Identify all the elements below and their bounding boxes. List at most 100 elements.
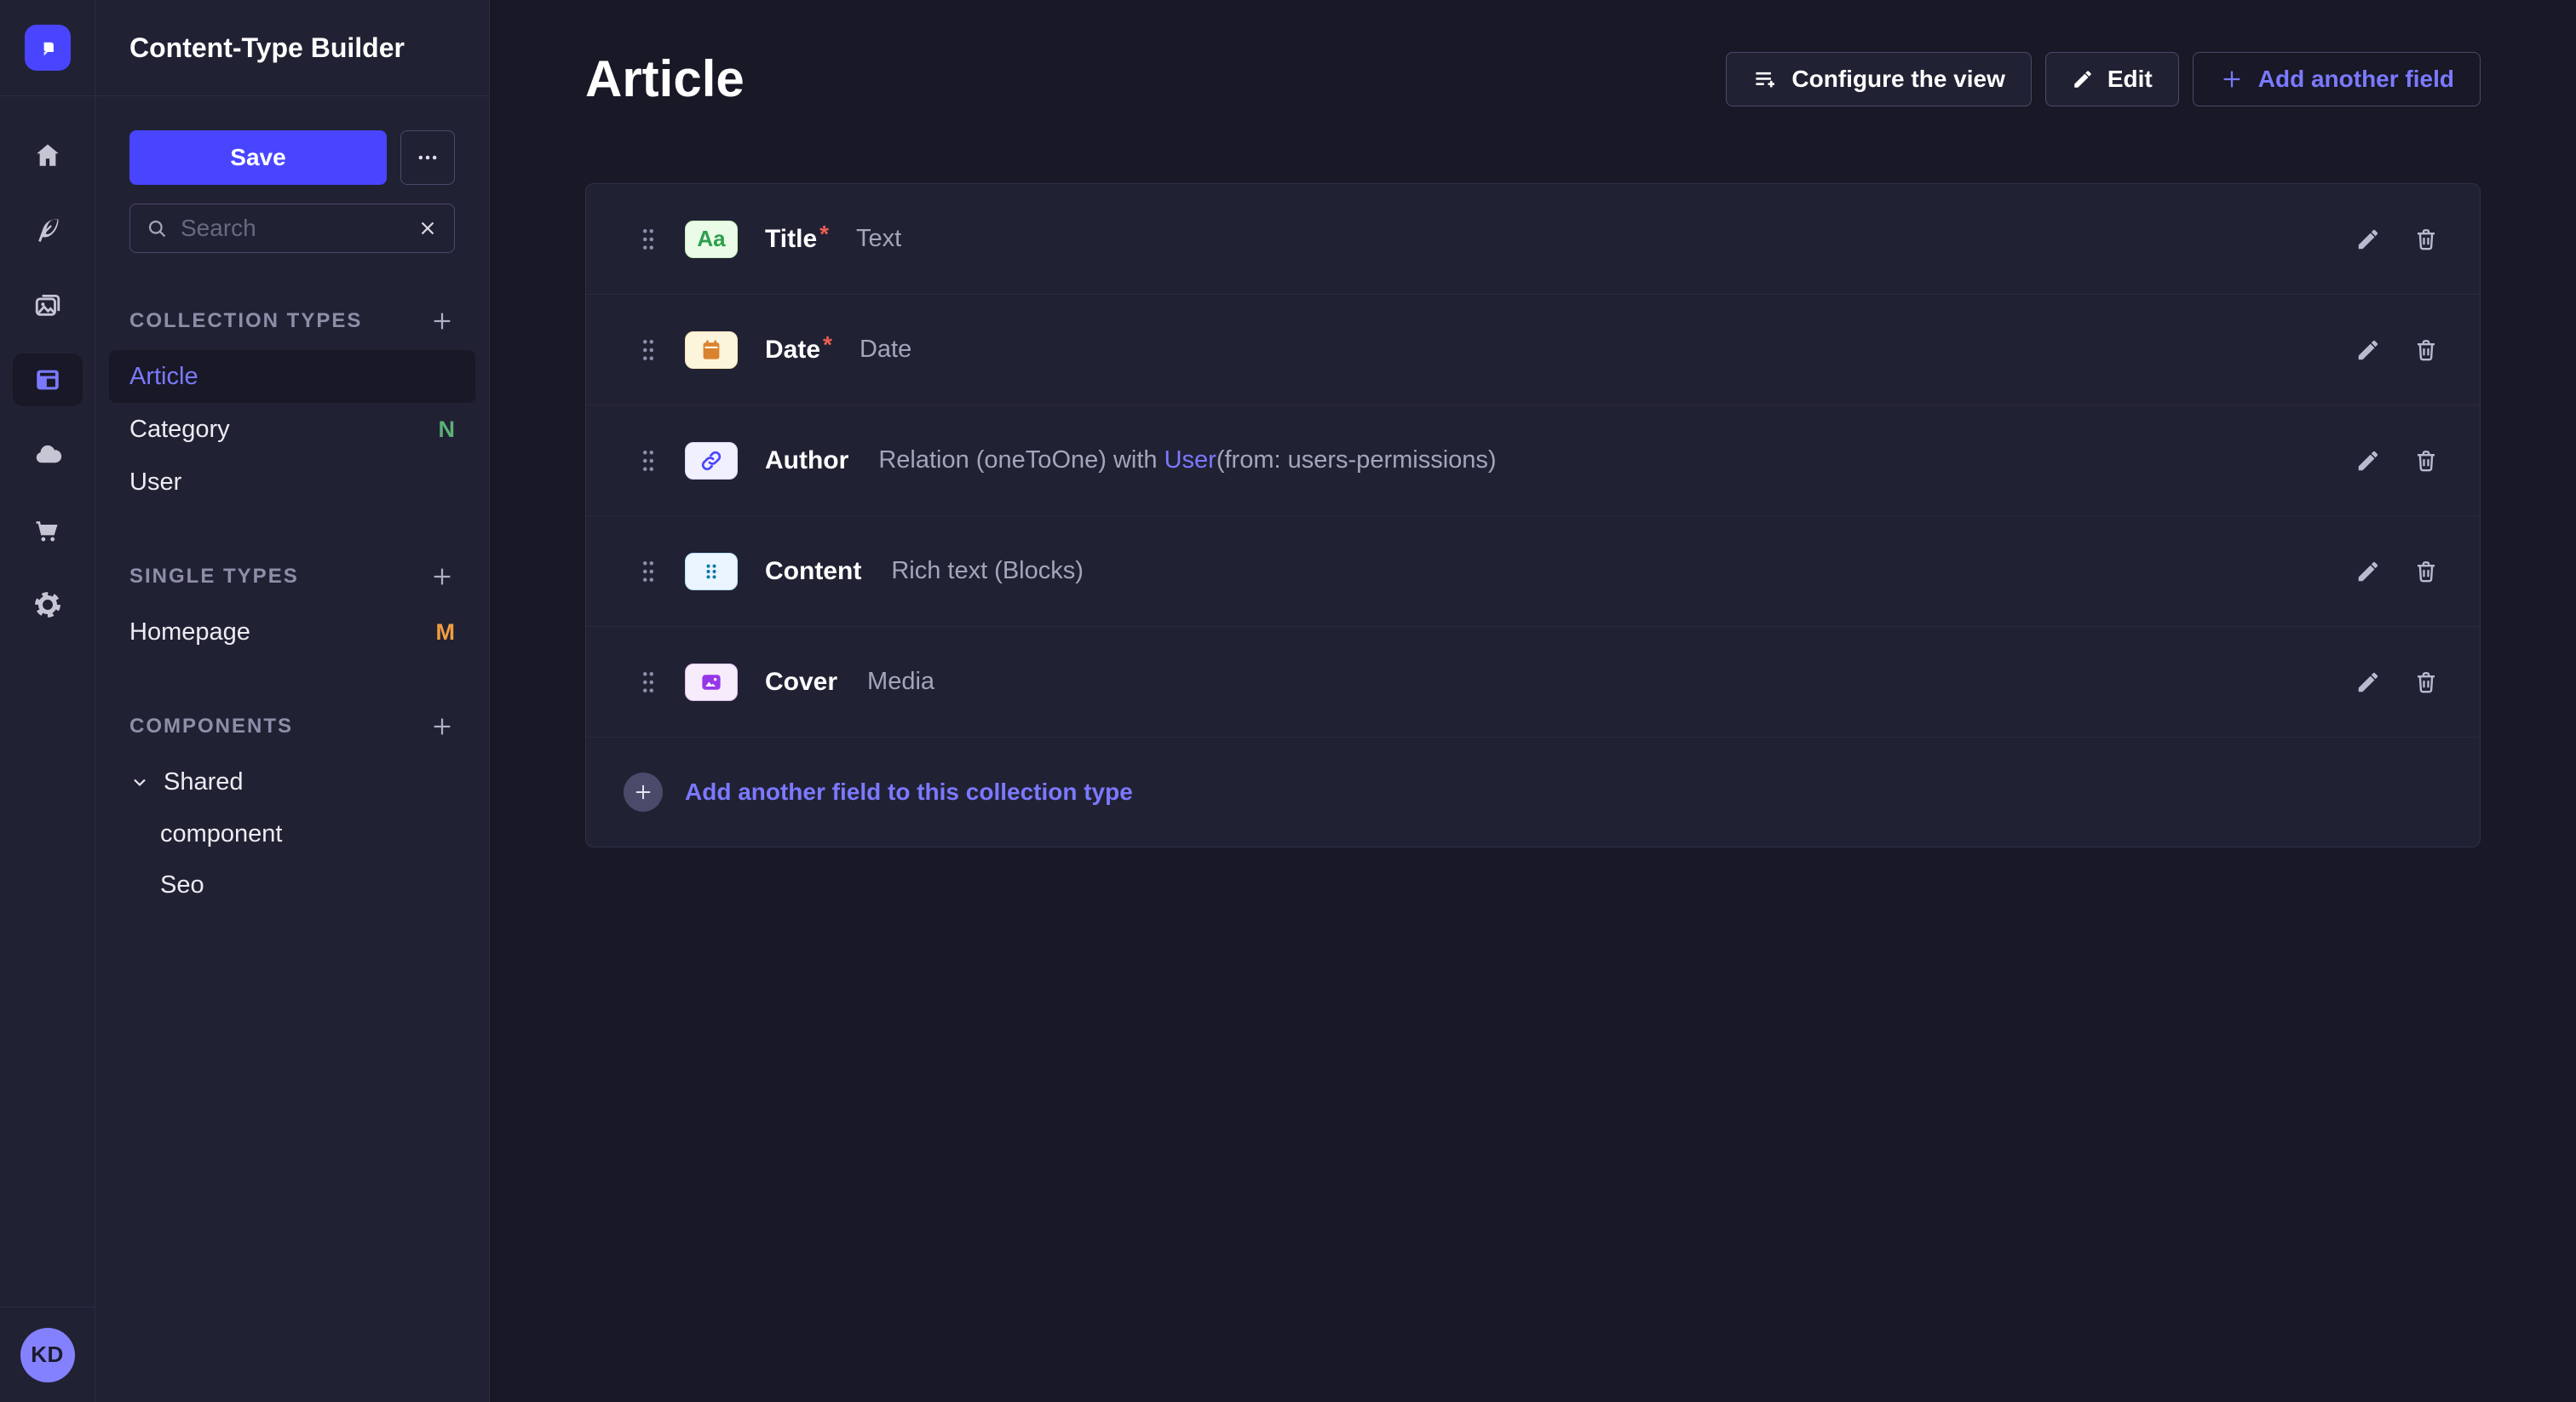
item-label: component	[160, 820, 283, 848]
header-actions: Configure the view Edit Add another fiel…	[1726, 52, 2481, 106]
plus-icon	[2219, 66, 2245, 92]
item-label: User	[129, 468, 181, 497]
field-type: Text	[856, 225, 901, 253]
pencil-icon	[2072, 68, 2094, 90]
edit-field-icon[interactable]	[2355, 669, 2381, 695]
relation-type-post: (from: users-permissions)	[1216, 446, 1497, 474]
blocks-field-icon	[685, 553, 738, 590]
sidebar-item-user[interactable]: User	[109, 456, 475, 509]
list-settings-icon	[1752, 66, 1778, 92]
edit-field-icon[interactable]	[2355, 227, 2381, 252]
field-type: Rich text (Blocks)	[891, 557, 1084, 585]
row-actions	[2355, 559, 2439, 584]
field-name: Author	[765, 446, 848, 475]
search-box	[129, 204, 455, 253]
item-label: Homepage	[129, 618, 250, 646]
strapi-logo-icon	[25, 25, 71, 71]
search-icon	[146, 217, 169, 240]
collection-types-label: COLLECTION TYPES	[129, 309, 362, 333]
components-header: COMPONENTS	[129, 706, 455, 747]
item-label: Seo	[160, 871, 204, 899]
sidebar-item-homepage[interactable]: Homepage M	[109, 606, 475, 658]
single-types-section: SINGLE TYPES Homepage M	[109, 556, 475, 658]
sidebar-title: Content-Type Builder	[129, 32, 405, 64]
marketplace-cart-icon[interactable]	[13, 503, 83, 556]
settings-gear-icon[interactable]	[13, 578, 83, 631]
edit-field-icon[interactable]	[2355, 559, 2381, 584]
sidebar-item-category[interactable]: Category N	[109, 403, 475, 456]
field-row-date: Date * Date	[586, 295, 2480, 405]
add-single-type-icon[interactable]	[429, 564, 455, 589]
single-types-label: SINGLE TYPES	[129, 565, 299, 589]
media-field-icon	[685, 664, 738, 701]
drag-handle-icon[interactable]	[641, 669, 659, 696]
rail-header	[0, 0, 95, 96]
group-label: Shared	[164, 768, 244, 796]
edit-label: Edit	[2107, 66, 2153, 93]
field-name: Date	[765, 336, 820, 365]
delete-field-icon[interactable]	[2413, 559, 2439, 584]
sidebar-body: Save COLLECTION TYPES	[95, 96, 489, 1402]
collection-types-list: Article Category N User	[109, 350, 475, 509]
delete-field-icon[interactable]	[2413, 337, 2439, 363]
relation-type-pre: Relation (oneToOne) with	[878, 446, 1164, 474]
sidebar-item-article[interactable]: Article	[109, 350, 475, 403]
add-another-field-label: Add another field	[2258, 66, 2454, 93]
item-label: Category	[129, 416, 230, 444]
page-title: Article	[585, 49, 745, 108]
home-icon[interactable]	[13, 129, 83, 181]
relation-field-icon	[685, 442, 738, 480]
rail-nav	[0, 96, 95, 631]
row-actions	[2355, 227, 2439, 252]
delete-field-icon[interactable]	[2413, 227, 2439, 252]
sidebar-item-component[interactable]: component	[109, 808, 475, 859]
collection-types-header: COLLECTION TYPES	[129, 301, 455, 342]
single-types-header: SINGLE TYPES	[129, 556, 455, 597]
field-row-title: Aa Title * Text	[586, 184, 2480, 295]
add-field-footer-link[interactable]: Add another field to this collection typ…	[685, 779, 1133, 806]
field-row-author: Author Relation (oneToOne) with User(fro…	[586, 405, 2480, 516]
rail-footer: KD	[0, 1307, 95, 1402]
clear-search-icon[interactable]	[417, 217, 439, 239]
field-type: Relation (oneToOne) with User(from: user…	[878, 446, 1496, 474]
delete-field-icon[interactable]	[2413, 669, 2439, 695]
components-list: Shared component Seo	[109, 756, 475, 911]
status-badge: M	[436, 619, 456, 646]
content-type-builder-icon[interactable]	[13, 353, 83, 406]
main-nav-rail: KD	[0, 0, 95, 1402]
add-another-field-button[interactable]: Add another field	[2193, 52, 2481, 106]
search-input[interactable]	[181, 215, 405, 242]
add-collection-type-icon[interactable]	[429, 308, 455, 334]
field-name: Cover	[765, 668, 837, 697]
more-options-button[interactable]	[400, 130, 455, 185]
edit-field-icon[interactable]	[2355, 448, 2381, 474]
drag-handle-icon[interactable]	[641, 447, 659, 474]
sidebar-header: Content-Type Builder	[95, 0, 489, 96]
content-type-builder-sidebar: Content-Type Builder Save COLLECTION TYP…	[95, 0, 490, 1402]
add-component-icon[interactable]	[429, 714, 455, 739]
drag-handle-icon[interactable]	[641, 558, 659, 585]
media-library-icon[interactable]	[13, 279, 83, 331]
rail-spacer	[0, 631, 95, 1307]
row-actions	[2355, 337, 2439, 363]
delete-field-icon[interactable]	[2413, 448, 2439, 474]
card-footer: Add another field to this collection typ…	[586, 738, 2480, 847]
drag-handle-icon[interactable]	[641, 226, 659, 253]
configure-view-button[interactable]: Configure the view	[1726, 52, 2031, 106]
component-group-shared[interactable]: Shared	[109, 756, 475, 808]
field-type: Media	[867, 668, 934, 696]
user-avatar[interactable]: KD	[20, 1328, 75, 1382]
edit-button[interactable]: Edit	[2045, 52, 2179, 106]
save-button[interactable]: Save	[129, 130, 387, 185]
edit-field-icon[interactable]	[2355, 337, 2381, 363]
cloud-icon[interactable]	[13, 428, 83, 481]
drag-handle-icon[interactable]	[641, 336, 659, 364]
row-actions	[2355, 448, 2439, 474]
sidebar-item-seo[interactable]: Seo	[109, 859, 475, 911]
required-marker: *	[819, 221, 829, 248]
content-manager-feather-icon[interactable]	[13, 204, 83, 256]
field-row-cover: Cover Media	[586, 627, 2480, 738]
save-row: Save	[129, 130, 455, 185]
add-field-circle-icon[interactable]	[624, 773, 663, 812]
text-field-icon-label: Aa	[697, 226, 725, 252]
